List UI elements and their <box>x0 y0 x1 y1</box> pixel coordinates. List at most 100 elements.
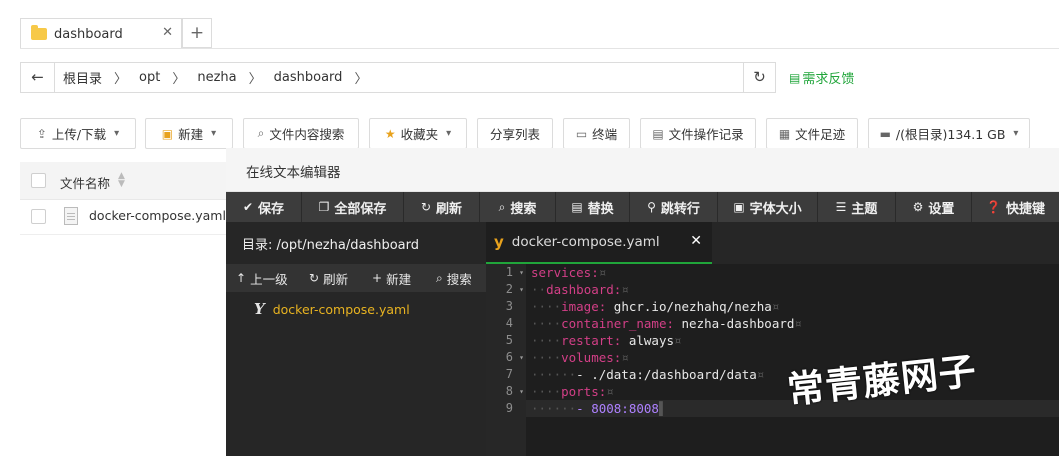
sidebar-file-item[interactable]: Y docker-compose.yaml <box>254 300 410 318</box>
code-line: services:¤ <box>531 265 607 280</box>
new-button[interactable]: ▣ 新建 ▾ <box>145 118 233 149</box>
refresh-icon[interactable]: ↻ <box>743 63 775 92</box>
font-size-icon: ▣ <box>733 200 745 214</box>
sort-icon[interactable]: ▲ ▼ <box>118 172 125 189</box>
chevron-down-icon: ▾ <box>211 128 217 139</box>
fold-arrow-icon: ▾ <box>519 268 524 277</box>
sidebar-new-button[interactable]: + 新建 <box>362 264 426 292</box>
table-row[interactable]: docker-compose.yaml <box>20 200 230 235</box>
share-list-button[interactable]: 分享列表 <box>477 118 553 149</box>
row-checkbox[interactable] <box>31 209 46 224</box>
upload-download-button[interactable]: ⇪ 上传/下载 ▾ <box>20 118 136 149</box>
upload-icon: ⇪ <box>36 126 47 141</box>
file-name[interactable]: docker-compose.yaml <box>89 208 226 223</box>
font-size-label: 字体大小 <box>749 201 802 217</box>
editor-sidebar: 目录: /opt/nezha/dashboard ↑ 上一级 ↻ 刷新 + 新建 ⌕ 搜… <box>226 222 486 456</box>
star-icon: ★ <box>384 126 396 141</box>
chevron-right-icon: 〉 <box>172 72 186 87</box>
calendar-icon: ▦ <box>778 126 791 141</box>
upload-label: 上传/下载 <box>51 127 107 142</box>
terminal-button[interactable]: ▭ 终端 <box>563 118 630 149</box>
parent-dir-label: 上一级 <box>250 271 288 287</box>
line-number: 6 ▾ <box>505 350 524 364</box>
editor-tab[interactable]: y docker-compose.yaml ✕ <box>486 222 712 264</box>
editor-toolbar: ✔ 保存 ❐ 全部保存 ↻ 刷新 ⌕ 搜索 ▤ 替换 ⚲ 跳转行 ▣ 字体大小 ☰ 主题 ⚙ 设置… <box>226 192 1059 222</box>
sidebar-actions: ↑ 上一级 ↻ 刷新 + 新建 ⌕ 搜索 <box>226 264 486 292</box>
copy-icon: ❐ <box>318 200 330 214</box>
folder-plus-icon: ▣ <box>161 126 174 141</box>
code-line: ······- ./data:/dashboard/data¤ <box>531 367 765 382</box>
tab-label: dashboard <box>54 26 123 42</box>
search-icon: ⌕ <box>257 126 265 140</box>
feedback-link[interactable]: ▤ 需求反馈 <box>789 68 854 88</box>
goto-line-label: 跳转行 <box>660 201 700 217</box>
sidebar-search-label: 搜索 <box>446 271 472 287</box>
refresh-label: 刷新 <box>436 201 463 217</box>
footprint-button[interactable]: ▦ 文件足迹 <box>766 118 858 149</box>
save-button[interactable]: ✔ 保存 <box>226 192 302 222</box>
line-number: 5 <box>505 333 513 347</box>
select-all-checkbox[interactable] <box>31 173 46 188</box>
fold-arrow-icon: ▾ <box>519 353 524 362</box>
breadcrumb-root[interactable]: 根目录 <box>63 68 102 87</box>
font-size-button[interactable]: ▣ 字体大小 <box>718 192 818 222</box>
save-icon: ✔ <box>242 200 254 214</box>
chevron-down-icon: ▾ <box>114 128 120 139</box>
add-tab-button[interactable]: + <box>182 18 212 48</box>
breadcrumb-nezha[interactable]: nezha <box>197 70 236 85</box>
close-icon[interactable]: ✕ <box>162 25 173 40</box>
line-number: 9 <box>505 401 513 415</box>
close-icon[interactable]: ✕ <box>690 233 702 249</box>
sidebar-search-button[interactable]: ⌕ 搜索 <box>426 264 486 292</box>
shortcuts-button[interactable]: ❓ 快捷键 <box>972 192 1059 222</box>
refresh-icon: ↻ <box>420 200 432 214</box>
search-button[interactable]: ⌕ 搜索 <box>480 192 556 222</box>
log-icon: ▤ <box>652 126 664 141</box>
file-list-header: 文件名称 ▲ ▼ <box>20 162 230 200</box>
dialog-title-bar: 在线文本编辑器 <box>226 148 1059 192</box>
parent-dir-button[interactable]: ↑ 上一级 <box>226 264 299 292</box>
breadcrumb-opt[interactable]: opt <box>139 70 160 85</box>
operation-log-button[interactable]: ▤ 文件操作记录 <box>640 118 756 149</box>
favorites-button[interactable]: ★ 收藏夹 ▾ <box>369 118 467 149</box>
sidebar-new-label: 新建 <box>386 271 412 287</box>
code-line: ····container_name: nezha-dashboard¤ <box>531 316 802 331</box>
theme-button[interactable]: ☰ 主题 <box>818 192 896 222</box>
yaml-file-icon: y <box>494 233 504 251</box>
goto-line-button[interactable]: ⚲ 跳转行 <box>630 192 718 222</box>
breadcrumb-dashboard[interactable]: dashboard <box>274 70 343 85</box>
column-file-name[interactable]: 文件名称 <box>60 173 110 192</box>
settings-label: 设置 <box>928 201 955 217</box>
content-search-button[interactable]: ⌕ 文件内容搜索 <box>243 118 359 149</box>
tab-dashboard[interactable]: dashboard ✕ <box>20 18 182 49</box>
line-number: 3 <box>505 299 513 313</box>
chevron-right-icon: 〉 <box>354 72 368 87</box>
sidebar-refresh-button[interactable]: ↻ 刷新 <box>299 264 362 292</box>
line-number: 8 ▾ <box>505 384 524 398</box>
sidebar-file-name: docker-compose.yaml <box>272 301 410 317</box>
operation-log-label: 文件操作记录 <box>668 127 744 142</box>
save-all-button[interactable]: ❐ 全部保存 <box>302 192 404 222</box>
disk-icon: ▬ <box>879 126 891 141</box>
disk-selector[interactable]: ▬ /(根目录)134.1 GB ▾ <box>868 118 1030 149</box>
divider <box>20 48 1059 49</box>
back-arrow-icon[interactable]: ← <box>21 63 55 92</box>
line-number: 4 <box>505 316 513 330</box>
footprint-label: 文件足迹 <box>795 127 846 142</box>
replace-button[interactable]: ▤ 替换 <box>556 192 630 222</box>
breadcrumb: 根目录 〉 opt 〉 nezha 〉 dashboard 〉 <box>63 63 379 92</box>
directory-label: 目录: /opt/nezha/dashboard <box>242 238 419 253</box>
jump-icon: ⚲ <box>647 200 656 214</box>
address-bar[interactable]: ← 根目录 〉 opt 〉 nezha 〉 dashboard 〉 ↻ <box>20 62 776 93</box>
refresh-button[interactable]: ↻ 刷新 <box>404 192 480 222</box>
editor-tab-bar: y docker-compose.yaml ✕ <box>486 222 1059 264</box>
code-line: ··dashboard:¤ <box>531 282 629 297</box>
plus-icon: + <box>372 271 383 285</box>
line-number: 2 ▾ <box>505 282 524 296</box>
search-label: 搜索 <box>510 201 537 217</box>
code-line: ····ports:¤ <box>531 384 614 399</box>
disk-label: /(根目录)134.1 GB <box>895 127 1006 142</box>
settings-button[interactable]: ⚙ 设置 <box>896 192 972 222</box>
fold-arrow-icon: ▾ <box>519 285 524 294</box>
chevron-right-icon: 〉 <box>248 72 262 87</box>
